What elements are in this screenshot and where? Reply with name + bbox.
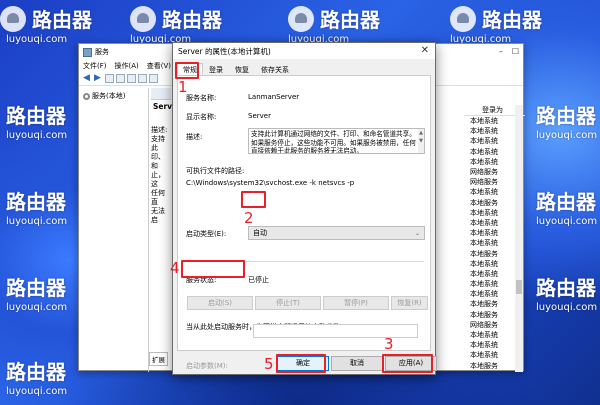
detail-header xyxy=(151,88,171,100)
help-icon[interactable] xyxy=(149,74,158,83)
service-status-value: 已停止 xyxy=(248,276,269,284)
detail-line: 印、和 xyxy=(151,153,165,170)
close-icon[interactable]: ✕ xyxy=(421,45,429,56)
start-button[interactable]: 启动(S) xyxy=(187,296,253,310)
startup-type-select[interactable]: 自动 ⌄ xyxy=(248,226,425,240)
menu-view[interactable]: 查看(V) xyxy=(147,61,171,71)
annotation-number-4: 4 xyxy=(170,259,180,277)
console-tree-icon[interactable] xyxy=(105,74,114,83)
forward-arrow-icon[interactable]: ▶ xyxy=(94,74,103,83)
start-params-label: 启动参数(M): xyxy=(186,362,228,370)
list-item-logon: 本地服务 xyxy=(470,310,498,319)
ok-button[interactable]: 确定 xyxy=(277,356,329,371)
annotation-number-2: 2 xyxy=(244,209,254,227)
detail-line: 任何直 xyxy=(151,189,165,206)
list-item-logon: 本地系统 xyxy=(470,341,498,350)
service-name-value: LanmanServer xyxy=(248,93,300,101)
list-item-logon: 本地系统 xyxy=(470,127,498,136)
tab-extended[interactable]: 扩展 xyxy=(149,352,168,366)
list-item-logon: 本地系统 xyxy=(470,269,498,278)
display-name-label: 显示名称: xyxy=(186,113,217,121)
detail-line: 无法启 xyxy=(151,207,165,224)
menu-action[interactable]: 操作(A) xyxy=(115,61,139,71)
list-item-logon: 本地系统 xyxy=(470,239,498,248)
chevron-down-icon: ⌄ xyxy=(414,229,420,237)
startup-type-value: 自动 xyxy=(253,229,267,237)
description-scrollbar[interactable]: ▲ ▼ xyxy=(418,129,424,153)
cancel-button[interactable]: 取消 xyxy=(331,356,383,371)
list-item-logon: 本地系统 xyxy=(470,218,498,227)
list-item-logon: 本地系统 xyxy=(470,208,498,217)
gear-icon xyxy=(83,92,90,100)
list-item-logon: 网络服务 xyxy=(470,320,498,329)
list-item-logon: 本地服务 xyxy=(470,361,498,370)
apply-button[interactable]: 应用(A) xyxy=(385,356,437,371)
general-tab-panel: 服务名称: LanmanServer 显示名称: Server 描述: 支持此计… xyxy=(177,75,431,370)
description-box[interactable]: 支持此计算机通过网络的文件、打印、和命名管道共享。如果服务停止，这些功能不可用。… xyxy=(248,128,425,154)
services-app-icon xyxy=(83,47,92,57)
list-item-logon: 本地系统 xyxy=(470,280,498,289)
list-item-logon: 本地系统 xyxy=(470,137,498,146)
list-item-logon: 本地系统 xyxy=(470,117,498,126)
description-label: 描述: xyxy=(186,133,203,141)
list-item-logon: 本地系统 xyxy=(470,157,498,166)
refresh-icon[interactable] xyxy=(127,74,136,83)
list-item-logon: 本地服务 xyxy=(470,198,498,207)
display-name-value: Server xyxy=(248,112,271,120)
startup-type-label: 启动类型(E): xyxy=(186,230,227,238)
services-window-title: 服务 xyxy=(95,48,109,56)
services-tree-pane: 服务(本地) xyxy=(79,88,149,372)
detail-line: 支持此 xyxy=(151,135,165,152)
minimize-icon[interactable]: – xyxy=(499,47,503,56)
annotation-number-3: 3 xyxy=(384,335,394,353)
list-item-logon: 本地系统 xyxy=(470,147,498,156)
export-icon[interactable] xyxy=(138,74,147,83)
list-view-icon[interactable] xyxy=(116,74,125,83)
divider xyxy=(186,261,424,262)
services-list-scrollbar[interactable] xyxy=(515,105,523,372)
service-detail-pane: Server 描述: 支持此 印、和 止，这 任何直 无法启 xyxy=(151,88,181,372)
resume-button[interactable]: 恢复(R) xyxy=(391,296,428,310)
tree-item-label: 服务(本地) xyxy=(92,92,126,100)
service-status-label: 服务状态: xyxy=(186,276,217,284)
exe-path-label: 可执行文件的路径: xyxy=(186,167,245,175)
stop-button[interactable]: 停止(T) xyxy=(255,296,321,310)
list-item-logon: 本地系统 xyxy=(470,229,498,238)
description-text: 支持此计算机通过网络的文件、打印、和命名管道共享。如果服务停止，这些功能不可用。… xyxy=(251,130,416,154)
list-item-logon: 本地服务 xyxy=(470,249,498,258)
list-item-logon: 本地系统 xyxy=(470,188,498,197)
detail-line: 止，这 xyxy=(151,171,165,188)
exe-path-value: C:\Windows\system32\svchost.exe -k netsv… xyxy=(186,179,355,187)
list-item-logon: 本地服务 xyxy=(470,300,498,309)
dialog-title-bar[interactable]: Server 的属性(本地计算机) ✕ xyxy=(173,43,435,59)
service-name-label: 服务名称: xyxy=(186,94,217,102)
list-item-logon: 网络服务 xyxy=(470,178,498,187)
list-item-logon: 本地系统 xyxy=(470,351,498,360)
scrollbar-thumb[interactable] xyxy=(516,280,522,294)
pause-button[interactable]: 暂停(P) xyxy=(323,296,389,310)
server-properties-dialog[interactable]: Server 的属性(本地计算机) ✕ 常规 登录 恢复 依存关系 服务名称: … xyxy=(172,42,437,375)
detail-line: 描述: xyxy=(151,126,168,134)
maximize-icon[interactable]: ☐ xyxy=(512,47,519,56)
list-item-logon: 本地系统 xyxy=(470,259,498,268)
list-item-logon: 网络服务 xyxy=(470,168,498,177)
tree-item-services-local[interactable]: 服务(本地) xyxy=(83,91,144,101)
dialog-title: Server 的属性(本地计算机) xyxy=(178,46,271,56)
annotation-number-1: 1 xyxy=(178,78,188,96)
back-arrow-icon[interactable]: ◀ xyxy=(83,74,92,83)
list-item-logon: 本地系统 xyxy=(470,290,498,299)
column-header-logon[interactable]: 登录为 xyxy=(467,105,503,115)
menu-file[interactable]: 文件(F) xyxy=(83,61,107,71)
annotation-number-5: 5 xyxy=(264,355,274,373)
list-item-logon: 本地系统 xyxy=(470,331,498,340)
